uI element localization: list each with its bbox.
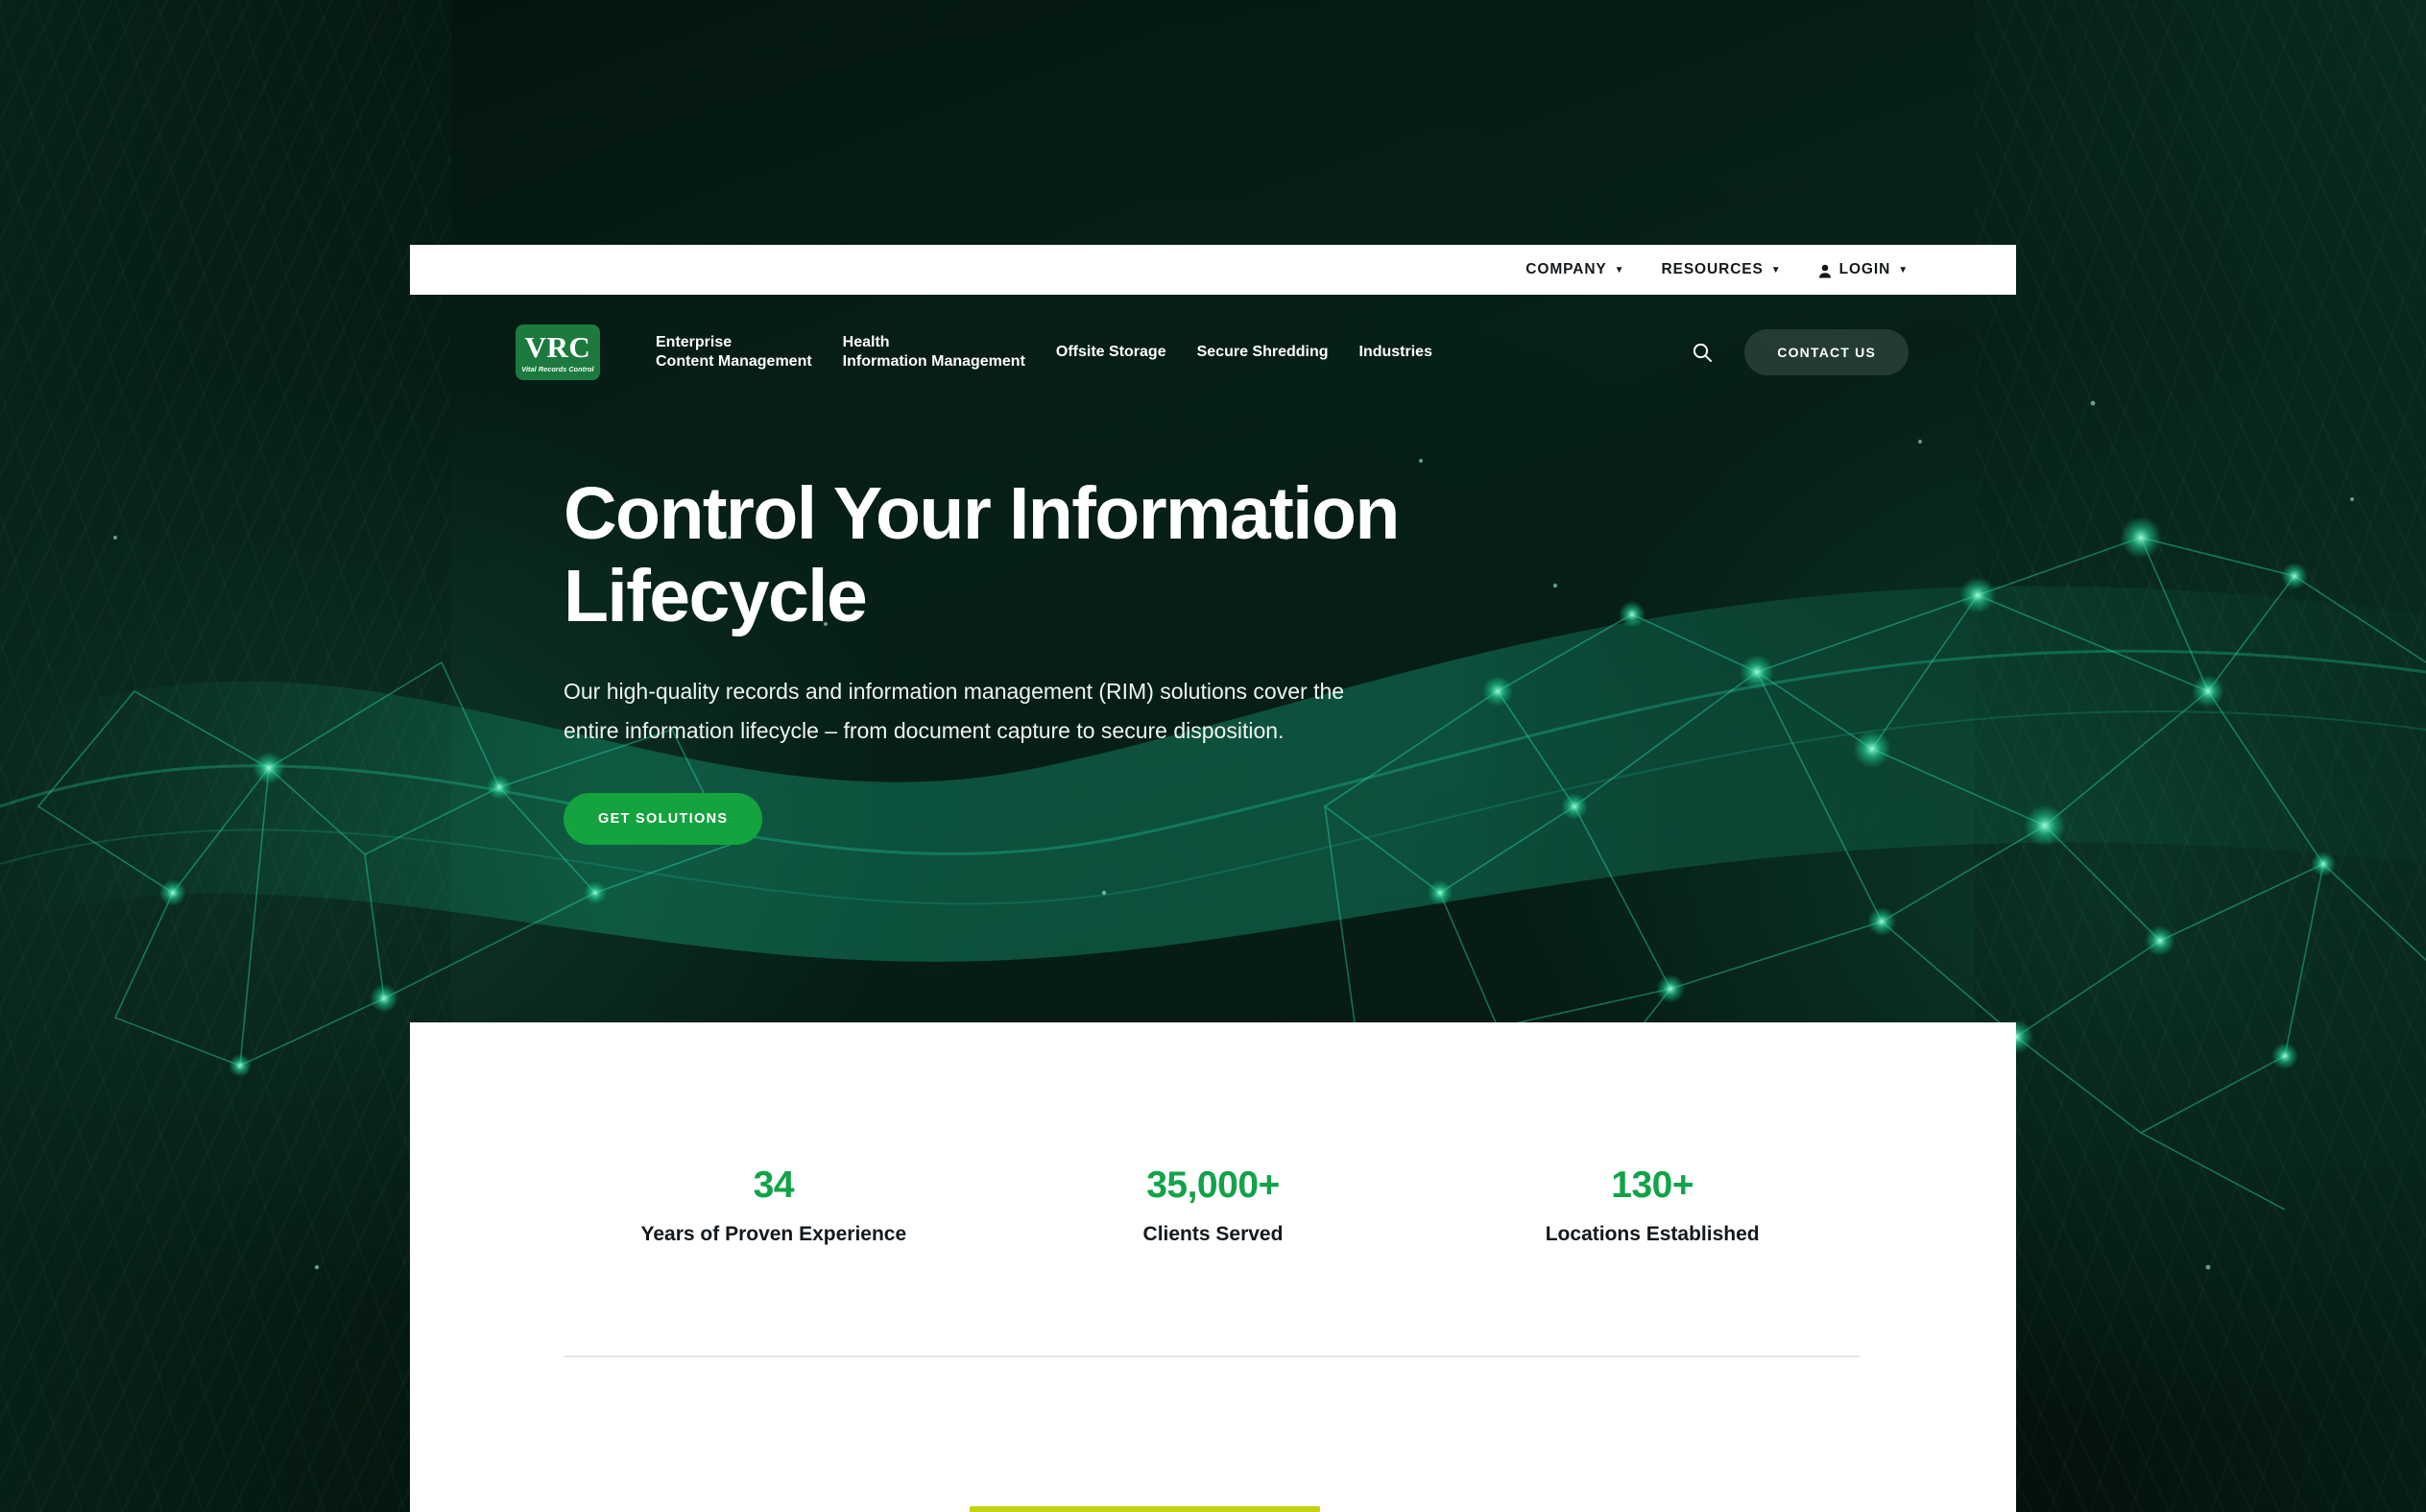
- stats-panel: 34 Years of Proven Experience 35,000+ Cl…: [410, 1022, 2016, 1512]
- chevron-down-icon: ▼: [1614, 265, 1625, 276]
- stat-value: 35,000+: [1146, 1164, 1280, 1206]
- person-icon: [1818, 264, 1832, 278]
- stat-item-clients: 35,000+ Clients Served: [994, 1166, 1433, 1247]
- stat-label: Years of Proven Experience: [640, 1223, 907, 1245]
- stat-item-years: 34 Years of Proven Experience: [554, 1166, 994, 1247]
- hero-section: Control Your Information Lifecycle Our h…: [410, 410, 2016, 1022]
- stat-label: Locations Established: [1545, 1223, 1760, 1245]
- nav-item-offsite-storage[interactable]: Offsite Storage: [1041, 343, 1182, 362]
- utility-item-label: RESOURCES: [1661, 261, 1764, 277]
- get-solutions-button[interactable]: GET SOLUTIONS: [564, 793, 763, 846]
- nav-item-line1: Enterprise: [656, 333, 733, 350]
- utility-item-company[interactable]: COMPANY ▼: [1525, 261, 1624, 278]
- nav-links: Enterprise Content Management Health Inf…: [640, 333, 1448, 372]
- nav-item-health-information-management[interactable]: Health Information Management: [828, 333, 1041, 372]
- nav-item-line2: Information Management: [842, 353, 1025, 370]
- nav-right-group: CONTACT US: [1689, 329, 1909, 375]
- logo-subtitle-text: Vital Records Control: [521, 364, 594, 373]
- hero-subtitle: Our high-quality records and information…: [564, 679, 1345, 744]
- chevron-down-icon: ▼: [1898, 265, 1909, 276]
- nav-item-industries[interactable]: Industries: [1344, 343, 1448, 362]
- section-divider: [564, 1356, 1860, 1357]
- logo-mark-text: VRC: [524, 329, 591, 364]
- nav-item-enterprise-content-management[interactable]: Enterprise Content Management: [640, 333, 828, 372]
- utility-item-label: LOGIN: [1838, 261, 1891, 277]
- vrc-logo[interactable]: VRC Vital Records Control: [516, 324, 600, 380]
- page-column: COMPANY ▼ RESOURCES ▼ LOGIN ▼ VRC Vital …: [410, 0, 2016, 1512]
- stat-label: Clients Served: [1142, 1223, 1284, 1245]
- utility-item-label: COMPANY: [1525, 261, 1607, 277]
- nav-item-line2: Content Management: [656, 353, 812, 370]
- utility-item-login[interactable]: LOGIN ▼: [1818, 261, 1909, 278]
- stat-value: 130+: [1611, 1164, 1694, 1206]
- stat-item-locations: 130+ Locations Established: [1432, 1166, 1872, 1247]
- page-title: Control Your Information Lifecycle: [564, 472, 1400, 638]
- search-icon[interactable]: [1689, 339, 1716, 366]
- stat-value: 34: [753, 1164, 795, 1206]
- chevron-down-icon: ▼: [1770, 265, 1782, 276]
- utility-item-resources[interactable]: RESOURCES ▼: [1661, 261, 1781, 278]
- nav-item-line1: Health: [842, 333, 890, 350]
- stats-row: 34 Years of Proven Experience 35,000+ Cl…: [410, 1022, 2016, 1247]
- utility-bar: COMPANY ▼ RESOURCES ▼ LOGIN ▼: [410, 245, 2016, 295]
- contact-us-button[interactable]: CONTACT US: [1744, 329, 1909, 375]
- main-navigation: VRC Vital Records Control Enterprise Con…: [410, 295, 2016, 410]
- accent-bar: [970, 1506, 1320, 1512]
- nav-item-secure-shredding[interactable]: Secure Shredding: [1182, 343, 1344, 362]
